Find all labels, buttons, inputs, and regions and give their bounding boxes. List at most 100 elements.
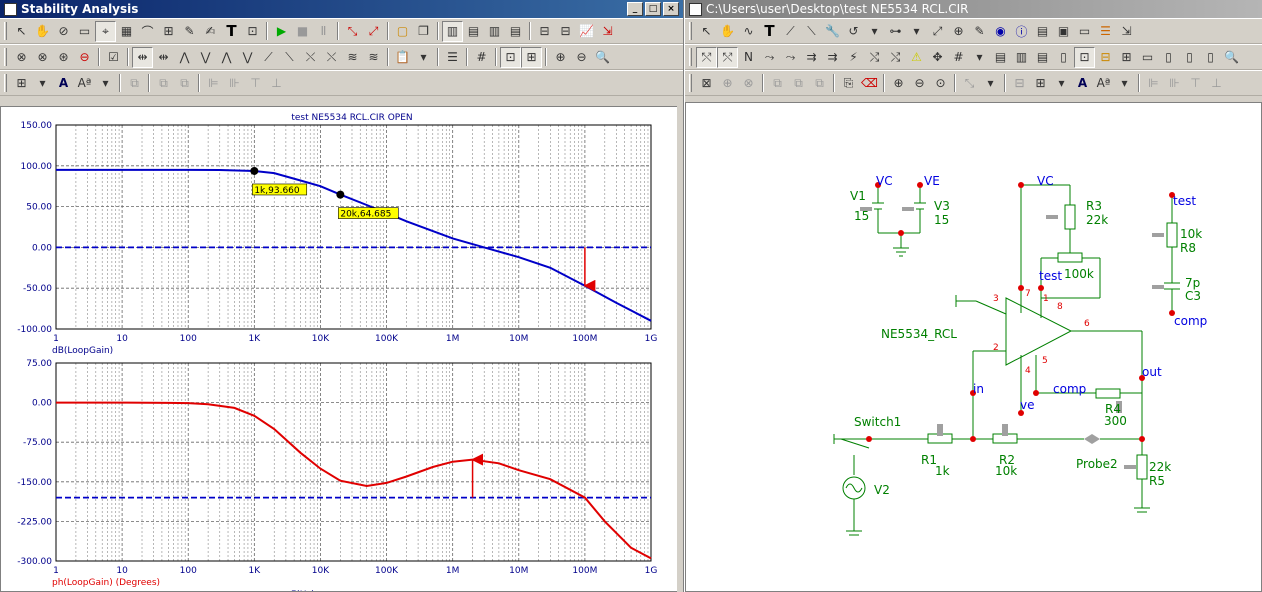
zoom-tool-icon[interactable]: 🔍 xyxy=(1221,47,1242,68)
stamp-icon[interactable]: ⊟ xyxy=(1095,47,1116,68)
stamp-icon[interactable]: ⊡ xyxy=(242,21,263,42)
copy-icon[interactable]: ⧉ xyxy=(767,73,788,94)
probe-icon[interactable]: ⤢ xyxy=(927,21,948,42)
window-icon[interactable]: ▭ xyxy=(74,21,95,42)
bus-icon[interactable]: ⟍ xyxy=(801,21,822,42)
cursor-icon[interactable]: ↖ xyxy=(11,21,32,42)
fit-icon[interactable]: ⊡ xyxy=(500,46,521,68)
split-icon[interactable]: ⊟ xyxy=(534,21,555,42)
page1-icon[interactable]: ▥ xyxy=(442,20,463,42)
fall-icon[interactable]: ⟍ xyxy=(279,47,300,68)
page2-icon[interactable]: ▤ xyxy=(463,21,484,42)
grid2-icon[interactable]: ⊞ xyxy=(1030,73,1051,94)
del-icon[interactable]: ⌫ xyxy=(859,73,880,94)
frame-icon[interactable]: ▢ xyxy=(392,21,413,42)
hand-icon[interactable]: ✋ xyxy=(717,21,738,42)
cross2-icon[interactable]: ⤬ xyxy=(321,47,342,68)
select-icon[interactable]: ↖ xyxy=(696,21,717,42)
zoom-out-icon[interactable]: ⊖ xyxy=(571,47,592,68)
dropdown5-icon[interactable]: ▾ xyxy=(1051,73,1072,94)
cursor-b-icon[interactable]: ⇹ xyxy=(153,47,174,68)
link-icon[interactable]: ⤡ xyxy=(959,73,980,94)
doc7-icon[interactable]: ▭ xyxy=(1137,47,1158,68)
analysis-icon[interactable]: ⊕ xyxy=(948,21,969,42)
zoom-in-icon[interactable]: ⊕ xyxy=(550,47,571,68)
grid-dropdown-icon[interactable]: ▾ xyxy=(32,73,53,94)
doc6-icon[interactable]: ⊞ xyxy=(1116,47,1137,68)
multi-icon[interactable]: ≋ xyxy=(342,47,363,68)
text-icon[interactable]: T xyxy=(221,21,242,42)
align-bottom-icon[interactable]: ⊥ xyxy=(1206,73,1227,94)
pause-icon[interactable]: Ⅱ xyxy=(313,21,334,42)
delete-icon[interactable]: ⊖ xyxy=(74,47,95,68)
net-icon[interactable]: ⊶ xyxy=(885,21,906,42)
align-left-icon[interactable]: ⊫ xyxy=(1143,73,1164,94)
box-icon[interactable]: ▣ xyxy=(1053,21,1074,42)
mode1-icon[interactable]: ⤲ xyxy=(696,46,717,68)
zoom-y-icon[interactable]: ⊗ xyxy=(32,47,53,68)
bode-plot[interactable]: test NE5534 RCL.CIR OPEN 1 10 100 1K 10K 100K… xyxy=(1,107,677,592)
order2-icon[interactable]: ⧉ xyxy=(174,73,195,94)
dropdown-icon[interactable]: ▾ xyxy=(413,47,434,68)
zoom-fit-icon[interactable]: ⊛ xyxy=(53,47,74,68)
doc2-icon[interactable]: ▥ xyxy=(1011,47,1032,68)
rise-icon[interactable]: ⟋ xyxy=(258,47,279,68)
layout-icon[interactable]: ▦ xyxy=(116,21,137,42)
cancel-icon[interactable]: ⊗ xyxy=(738,73,759,94)
order-icon[interactable]: ⧉ xyxy=(153,73,174,94)
split2-icon[interactable]: ⊟ xyxy=(555,21,576,42)
multi2-icon[interactable]: ≋ xyxy=(363,47,384,68)
font-icon[interactable]: A xyxy=(1072,73,1093,94)
list-icon[interactable]: ☰ xyxy=(442,47,463,68)
min-icon[interactable]: ⋁ xyxy=(237,47,258,68)
move-icon[interactable]: ✥ xyxy=(927,47,948,68)
down-icon[interactable]: ⊕ xyxy=(717,73,738,94)
dropdown2-icon[interactable]: ▾ xyxy=(906,21,927,42)
minimize-button[interactable]: _ xyxy=(627,2,643,16)
mode8-icon[interactable]: ⚡ xyxy=(843,47,864,68)
text-icon[interactable]: T xyxy=(759,21,780,42)
font-dropdown-icon[interactable]: ▾ xyxy=(95,73,116,94)
probe-icon[interactable]: ⤡ xyxy=(342,21,363,42)
group-icon[interactable]: ⧉ xyxy=(124,73,145,94)
zoom-x-icon[interactable]: ⊗ xyxy=(11,47,32,68)
align-top-icon[interactable]: ⊤ xyxy=(1185,73,1206,94)
align-right-icon[interactable]: ⊪ xyxy=(224,73,245,94)
module-icon[interactable]: ▭ xyxy=(1074,21,1095,42)
zoom-icon[interactable]: ⊘ xyxy=(53,21,74,42)
node-icon[interactable]: ◉ xyxy=(990,21,1011,42)
hand-icon[interactable]: ✋ xyxy=(32,21,53,42)
annotate-icon[interactable]: ✍ xyxy=(200,21,221,42)
image-icon[interactable]: ⊠ xyxy=(696,73,717,94)
align-bottom-icon[interactable]: ⊥ xyxy=(266,73,287,94)
mode5-icon[interactable]: ⤳ xyxy=(780,47,801,68)
graph-icon[interactable]: 📈 xyxy=(576,21,597,42)
font-size-icon[interactable]: Aª xyxy=(74,73,95,94)
valley-icon[interactable]: ⋁ xyxy=(195,47,216,68)
zoom-fit-icon[interactable]: ⊙ xyxy=(930,73,951,94)
zoom-in-icon[interactable]: ⊕ xyxy=(888,73,909,94)
cursor-a-icon[interactable]: ⇹ xyxy=(132,46,153,68)
doc10-icon[interactable]: ▯ xyxy=(1200,47,1221,68)
zoom-tool-icon[interactable]: 🔍 xyxy=(592,47,613,68)
zoom-out-icon[interactable]: ⊖ xyxy=(909,73,930,94)
wire-icon[interactable]: ∿ xyxy=(738,21,759,42)
doc8-icon[interactable]: ▯ xyxy=(1158,47,1179,68)
align-left-icon[interactable]: ⊫ xyxy=(203,73,224,94)
mode3-icon[interactable]: N xyxy=(738,47,759,68)
paste-icon[interactable]: 📋 xyxy=(392,47,413,68)
page4-icon[interactable]: ▤ xyxy=(505,21,526,42)
plot-icon[interactable]: ✎ xyxy=(969,21,990,42)
fit2-icon[interactable]: ⊞ xyxy=(521,46,542,68)
doc4-icon[interactable]: ▯ xyxy=(1053,47,1074,68)
page3-icon[interactable]: ▥ xyxy=(484,21,505,42)
copy2-icon[interactable]: ⧉ xyxy=(788,73,809,94)
close-button[interactable]: × xyxy=(663,2,679,16)
curve-icon[interactable]: ⌒ xyxy=(137,21,158,42)
new-icon[interactable]: ⎘ xyxy=(838,73,859,94)
max-icon[interactable]: ⋀ xyxy=(216,47,237,68)
dropdown-icon[interactable]: ▾ xyxy=(864,21,885,42)
mode6-icon[interactable]: ⇉ xyxy=(801,47,822,68)
doc3-icon[interactable]: ▤ xyxy=(1032,47,1053,68)
mode7-icon[interactable]: ⇉ xyxy=(822,47,843,68)
